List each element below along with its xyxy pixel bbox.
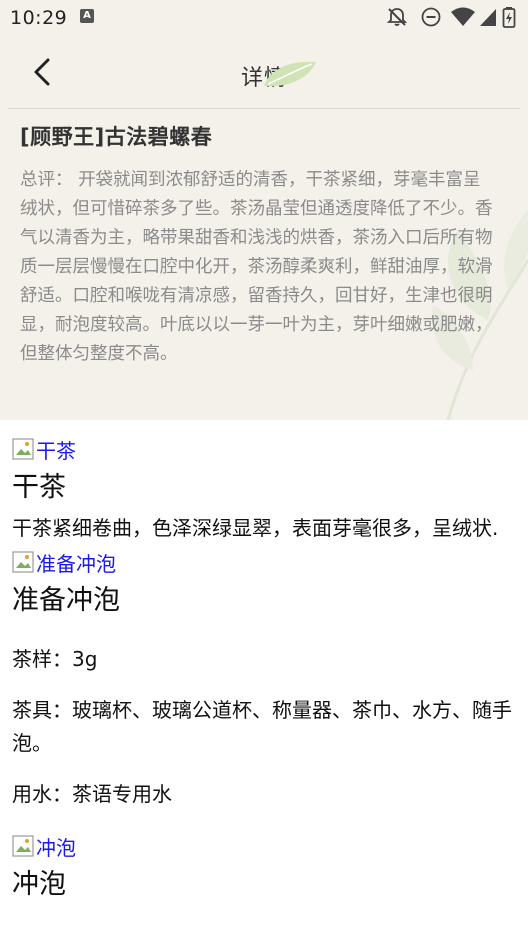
do-not-disturb-icon	[421, 7, 441, 27]
mute-bell-icon	[386, 8, 408, 26]
broken-image-icon	[12, 835, 34, 857]
detail-content: 干茶 干茶 干茶紧细卷曲，色泽深绿显翠，表面芽毫很多，呈绒状. 准备冲泡 准备冲…	[12, 432, 512, 909]
header-divider	[8, 108, 520, 109]
navigation-bar: 详情	[0, 44, 528, 108]
broken-image-icon	[12, 551, 34, 573]
broken-image-icon	[12, 438, 34, 460]
brew-title: 冲泡	[12, 869, 66, 900]
prepare-image-alt: 准备冲泡	[36, 551, 116, 576]
prepare-sample: 茶样：3g	[12, 647, 98, 671]
wifi-icon	[451, 7, 475, 26]
cellular-signal-icon	[480, 9, 496, 26]
leaf-icon	[264, 61, 316, 87]
dry-tea-image: 干茶	[12, 432, 512, 466]
notification-app-icon: A	[80, 9, 94, 23]
tea-summary: 总评： 开袋就闻到浓郁舒适的清香，干茶紧细，芽毫丰富呈绒状，但可惜碎茶多了些。茶…	[20, 170, 493, 364]
battery-icon	[502, 7, 516, 28]
prepare-utensils: 茶具：玻璃杯、玻璃公道杯、称量器、茶巾、水方、随手泡。	[12, 698, 512, 755]
status-time: 10:29	[10, 7, 68, 29]
prepare-image: 准备冲泡	[12, 545, 512, 579]
detail-header-area: 10:29 A 详情 [顾野王]古法碧螺春 总评： 开袋就闻到浓郁舒适的清香，干…	[0, 0, 528, 420]
status-bar: 10:29 A	[0, 0, 528, 36]
dry-tea-text: 干茶紧细卷曲，色泽深绿显翠，表面芽毫很多，呈绒状.	[12, 516, 499, 540]
tea-name: [顾野王]古法碧螺春	[20, 125, 213, 149]
brew-image-alt: 冲泡	[36, 835, 76, 860]
brew-image: 冲泡	[12, 829, 512, 863]
dry-tea-image-alt: 干茶	[36, 438, 76, 463]
dry-tea-title: 干茶	[12, 472, 66, 503]
prepare-title: 准备冲泡	[12, 585, 120, 616]
prepare-water: 用水：茶语专用水	[12, 782, 172, 806]
